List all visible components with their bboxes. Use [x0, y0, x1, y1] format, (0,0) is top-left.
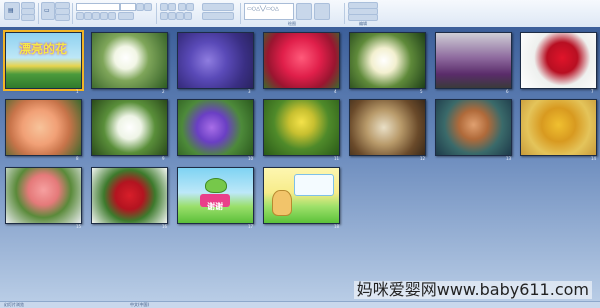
slide-thumbnail[interactable]: [349, 32, 426, 89]
align-center-button[interactable]: [168, 12, 176, 20]
shapes-gallery[interactable]: ▭○△╲╱▭○△: [244, 3, 294, 20]
underline-button[interactable]: [92, 12, 100, 20]
slide-sorter-canvas: 漂亮的花 1 2 3 4 5 6 7 8 9 10 11 12 13 14 15…: [0, 27, 600, 302]
paragraph-group: [158, 1, 238, 26]
paste-icon: ▤: [8, 7, 14, 14]
frog-cartoon: [205, 178, 227, 193]
language-status: 中文(中国): [130, 302, 150, 307]
slide-thumbnail[interactable]: [91, 32, 168, 89]
separator: [344, 3, 345, 24]
new-slide-icon: ▭: [44, 7, 50, 14]
font-size-dropdown[interactable]: [120, 3, 136, 11]
separator: [240, 3, 241, 24]
numbering-button[interactable]: [168, 3, 176, 11]
ribbon: ▤ ▭ ▭○△╲╱▭○△ 绘图 编辑: [0, 0, 600, 28]
font-group: [74, 1, 154, 26]
format-painter-button[interactable]: [21, 14, 35, 21]
increase-indent-button[interactable]: [186, 3, 194, 11]
drawing-group-label: 绘图: [288, 21, 296, 26]
grow-font-button[interactable]: [136, 3, 144, 11]
slide-number: 12: [420, 156, 426, 161]
slide-thumbnail[interactable]: [349, 99, 426, 156]
slide-number: 3: [248, 89, 251, 94]
view-status: 幻灯片浏览: [4, 302, 24, 307]
decrease-indent-button[interactable]: [178, 3, 186, 11]
slide-number: 4: [334, 89, 337, 94]
smartart-button[interactable]: [202, 12, 234, 20]
speech-bubble: [294, 174, 334, 196]
align-right-button[interactable]: [176, 12, 184, 20]
status-bar: 幻灯片浏览 中文(中国): [0, 301, 600, 308]
slide-number: 5: [420, 89, 423, 94]
separator: [156, 3, 157, 24]
slide-number: 1: [76, 89, 79, 94]
slide-thumbnail[interactable]: [91, 99, 168, 156]
drawing-group: ▭○△╲╱▭○△ 绘图: [242, 1, 342, 26]
slide-title-text: 漂亮的花: [19, 42, 68, 56]
editing-group-label: 编辑: [359, 21, 367, 26]
slide-thumbnail[interactable]: [177, 99, 254, 156]
slide-thumbnail[interactable]: [263, 99, 340, 156]
slide-number: 8: [76, 156, 79, 161]
new-slide-button[interactable]: ▭: [41, 2, 55, 20]
slide-number: 15: [76, 224, 82, 229]
slide-number: 17: [248, 224, 254, 229]
separator: [38, 3, 39, 24]
slide-title-text: 谢谢: [207, 202, 223, 211]
slide-thumbnail[interactable]: [263, 32, 340, 89]
slide-number: 16: [162, 224, 168, 229]
slide-thumbnail[interactable]: 谢谢: [177, 167, 254, 224]
quick-styles-button[interactable]: [314, 3, 330, 20]
paste-button[interactable]: ▤: [4, 2, 20, 20]
slide-number: 2: [162, 89, 165, 94]
site-watermark: 妈咪爱婴网www.baby611.com: [353, 281, 592, 299]
slide-thumbnail[interactable]: 漂亮的花: [3, 30, 84, 91]
slide-number: 6: [506, 89, 509, 94]
slide-number: 13: [506, 156, 512, 161]
align-left-button[interactable]: [160, 12, 168, 20]
shadow-button[interactable]: [108, 12, 116, 20]
editing-group: 编辑: [346, 1, 380, 26]
slide-thumbnail[interactable]: [5, 167, 82, 224]
slide-thumbnail[interactable]: [5, 99, 82, 156]
thanks-sign: 谢谢: [200, 194, 230, 211]
slide-number: 7: [591, 89, 594, 94]
slide-number: 14: [591, 156, 597, 161]
slide-thumbnail[interactable]: [520, 32, 597, 89]
italic-button[interactable]: [84, 12, 92, 20]
font-color-button[interactable]: [118, 12, 134, 20]
delete-slide-button[interactable]: [55, 14, 70, 21]
shapes-icon: ▭○△╲╱▭○△: [247, 6, 279, 12]
cartoon-house: [272, 190, 292, 216]
arrange-button[interactable]: [296, 3, 312, 20]
font-name-dropdown[interactable]: [76, 3, 120, 11]
bold-button[interactable]: [76, 12, 84, 20]
justify-button[interactable]: [184, 12, 192, 20]
slide-thumbnail[interactable]: [435, 32, 512, 89]
clipboard-group: ▤: [2, 1, 36, 26]
slide-number: 18: [334, 224, 340, 229]
slide-number: 10: [248, 156, 254, 161]
strikethrough-button[interactable]: [100, 12, 108, 20]
bullets-button[interactable]: [160, 3, 168, 11]
slide-thumbnail[interactable]: [91, 167, 168, 224]
slides-group: ▭: [40, 1, 70, 26]
slide-thumbnail[interactable]: [177, 32, 254, 89]
slide-thumbnail[interactable]: [435, 99, 512, 156]
slide-number: 9: [162, 156, 165, 161]
slide-thumbnail[interactable]: [263, 167, 340, 224]
slide-number: 11: [334, 156, 340, 161]
separator: [72, 3, 73, 24]
slide-thumbnail[interactable]: [520, 99, 597, 156]
select-button[interactable]: [348, 14, 378, 21]
shrink-font-button[interactable]: [144, 3, 152, 11]
text-direction-button[interactable]: [202, 3, 234, 11]
